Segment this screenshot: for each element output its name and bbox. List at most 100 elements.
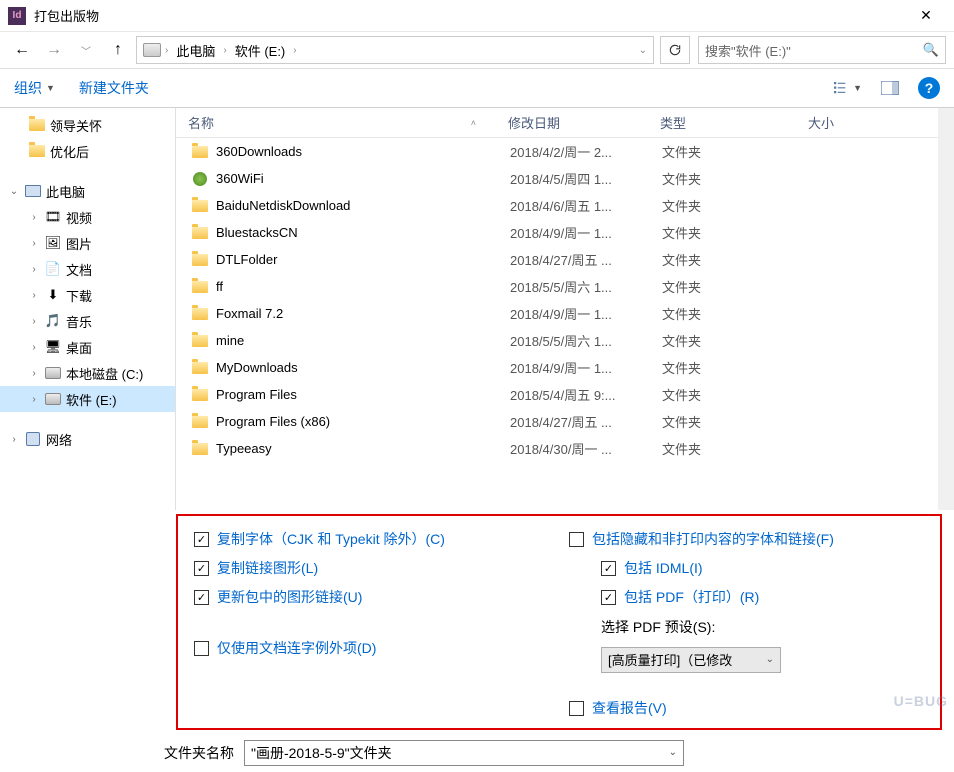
tree-item-downloads[interactable]: ›⬇下载 — [0, 282, 175, 308]
option-include-idml[interactable]: 包括 IDML(I) — [601, 559, 924, 578]
label-pdf-preset: 选择 PDF 预设(S): — [601, 617, 715, 637]
file-row[interactable]: BluestacksCN2018/4/9/周一 1...文件夹 — [176, 219, 954, 246]
tree-item-music[interactable]: ›🎵音乐 — [0, 308, 175, 334]
tree-item-pictures[interactable]: ›🖼图片 — [0, 230, 175, 256]
file-type: 文件夹 — [662, 304, 810, 323]
tree-item-documents[interactable]: ›📄文档 — [0, 256, 175, 282]
forward-button[interactable]: → — [40, 36, 68, 64]
file-date: 2018/4/9/周一 1... — [510, 304, 662, 323]
search-icon: 🔍 — [923, 42, 939, 58]
label-copy-fonts: 复制字体（CJK 和 Typekit 除外）(C) — [217, 530, 445, 549]
tree-label: 视频 — [66, 208, 92, 227]
tree-item-desktop[interactable]: ›🖥桌面 — [0, 334, 175, 360]
search-input[interactable]: 搜索"软件 (E:)" 🔍 — [698, 36, 946, 64]
option-include-hidden[interactable]: 包括隐藏和非打印内容的字体和链接(F) — [569, 530, 924, 549]
file-row[interactable]: Program Files2018/5/4/周五 9:...文件夹 — [176, 381, 954, 408]
main-area: 领导关怀 优化后 ⌄此电脑 ›🎞视频 ›🖼图片 ›📄文档 ›⬇下载 ›🎵音乐 ›… — [0, 108, 954, 510]
disk-icon — [143, 43, 161, 57]
file-date: 2018/4/5/周四 1... — [510, 169, 662, 188]
label-copy-linked-graphics: 复制链接图形(L) — [217, 559, 318, 578]
breadcrumb-pc[interactable]: 此电脑 — [172, 39, 219, 62]
preview-pane-button[interactable] — [876, 77, 904, 99]
package-options-panel: 复制字体（CJK 和 Typekit 除外）(C) 复制链接图形(L) 更新包中… — [176, 514, 942, 730]
file-date: 2018/4/27/周五 ... — [510, 250, 662, 269]
address-bar[interactable]: › 此电脑 › 软件 (E:) › ⌄ — [136, 36, 654, 64]
file-row[interactable]: Typeeasy2018/4/30/周一 ...文件夹 — [176, 435, 954, 462]
option-copy-linked-graphics[interactable]: 复制链接图形(L) — [194, 559, 549, 578]
tree-item-this-pc[interactable]: ⌄此电脑 — [0, 178, 175, 204]
new-folder-label: 新建文件夹 — [79, 78, 149, 98]
help-button[interactable]: ? — [918, 77, 940, 99]
checkbox-view-report[interactable] — [569, 701, 584, 716]
folder-icon — [29, 145, 45, 157]
checkbox-copy-fonts[interactable] — [194, 532, 209, 547]
file-row[interactable]: Foxmail 7.22018/4/9/周一 1...文件夹 — [176, 300, 954, 327]
checkbox-include-pdf[interactable] — [601, 590, 616, 605]
nav-row: ← → ﹀ ↑ › 此电脑 › 软件 (E:) › ⌄ 搜索"软件 (E:)" … — [0, 32, 954, 68]
tree-item-folder[interactable]: 领导关怀 — [0, 112, 175, 138]
option-update-graphic-links[interactable]: 更新包中的图形链接(U) — [194, 588, 549, 607]
file-name: 360Downloads — [216, 144, 510, 159]
file-name: DTLFolder — [216, 252, 510, 267]
checkbox-copy-linked-graphics[interactable] — [194, 561, 209, 576]
option-view-report[interactable]: 查看报告(V) — [569, 699, 924, 718]
up-button[interactable]: ↑ — [104, 36, 132, 64]
recent-dropdown[interactable]: ﹀ — [72, 36, 100, 64]
tree-label: 软件 (E:) — [66, 390, 117, 409]
file-row[interactable]: BaiduNetdiskDownload2018/4/6/周五 1...文件夹 — [176, 192, 954, 219]
close-button[interactable]: ✕ — [906, 2, 946, 30]
file-type: 文件夹 — [662, 412, 810, 431]
folder-name-input[interactable]: "画册-2018-5-9"文件夹 ⌄ — [244, 740, 684, 766]
checkbox-include-idml[interactable] — [601, 561, 616, 576]
checkbox-include-hidden[interactable] — [569, 532, 584, 547]
wifi-icon — [190, 170, 210, 188]
file-row[interactable]: 360Downloads2018/4/2/周一 2...文件夹 — [176, 138, 954, 165]
file-row[interactable]: Program Files (x86)2018/4/27/周五 ...文件夹 — [176, 408, 954, 435]
column-header-type[interactable]: 类型 — [648, 113, 796, 132]
tree-label: 文档 — [66, 260, 92, 279]
breadcrumb-disk[interactable]: 软件 (E:) — [231, 39, 290, 62]
breadcrumb-sep-icon: › — [293, 45, 296, 56]
chevron-right-icon: › — [8, 434, 20, 445]
option-use-doc-hyphenation[interactable]: 仅使用文档连字例外项(D) — [194, 639, 549, 658]
label-include-hidden: 包括隐藏和非打印内容的字体和链接(F) — [592, 530, 834, 549]
address-dropdown-icon[interactable]: ⌄ — [639, 45, 647, 56]
back-button[interactable]: ← — [8, 36, 36, 64]
tree-item-network[interactable]: ›网络 — [0, 426, 175, 452]
option-copy-fonts[interactable]: 复制字体（CJK 和 Typekit 除外）(C) — [194, 530, 549, 549]
checkbox-update-graphic-links[interactable] — [194, 590, 209, 605]
tree-label: 下载 — [66, 286, 92, 305]
column-header-date[interactable]: 修改日期 — [496, 113, 648, 132]
checkbox-use-doc-hyphenation[interactable] — [194, 641, 209, 656]
file-row[interactable]: mine2018/5/5/周六 1...文件夹 — [176, 327, 954, 354]
file-name: BaiduNetdiskDownload — [216, 198, 510, 213]
tree-item-folder[interactable]: 优化后 — [0, 138, 175, 164]
vertical-scrollbar[interactable] — [938, 108, 954, 510]
file-date: 2018/5/5/周六 1... — [510, 331, 662, 350]
option-include-pdf[interactable]: 包括 PDF（打印）(R) — [601, 588, 924, 607]
pdf-preset-select[interactable]: [高质量打印]（已修改 ⌄ — [601, 647, 781, 673]
new-folder-button[interactable]: 新建文件夹 — [79, 78, 149, 98]
label-include-pdf: 包括 PDF（打印）(R) — [624, 588, 759, 607]
file-row[interactable]: 360WiFi2018/4/5/周四 1...文件夹 — [176, 165, 954, 192]
documents-icon: 📄 — [44, 261, 62, 277]
tree-item-video[interactable]: ›🎞视频 — [0, 204, 175, 230]
organize-menu[interactable]: 组织 ▼ — [14, 78, 55, 98]
tree-item-software-disk[interactable]: ›软件 (E:) — [0, 386, 175, 412]
refresh-button[interactable] — [660, 36, 690, 64]
label-include-idml: 包括 IDML(I) — [624, 559, 703, 578]
file-type: 文件夹 — [662, 277, 810, 296]
column-header-size[interactable]: 大小 — [796, 113, 896, 132]
file-row[interactable]: MyDownloads2018/4/9/周一 1...文件夹 — [176, 354, 954, 381]
file-row[interactable]: ff2018/5/5/周六 1...文件夹 — [176, 273, 954, 300]
folder-icon — [190, 332, 210, 350]
tree-label: 音乐 — [66, 312, 92, 331]
file-date: 2018/5/5/周六 1... — [510, 277, 662, 296]
options-left-column: 复制字体（CJK 和 Typekit 除外）(C) 复制链接图形(L) 更新包中… — [194, 530, 549, 718]
tree-label: 图片 — [66, 234, 92, 253]
view-options-button[interactable]: ▼ — [834, 77, 862, 99]
folder-icon — [190, 440, 210, 458]
column-header-name[interactable]: 名称˄ — [176, 113, 496, 132]
tree-item-local-disk[interactable]: ›本地磁盘 (C:) — [0, 360, 175, 386]
file-row[interactable]: DTLFolder2018/4/27/周五 ...文件夹 — [176, 246, 954, 273]
